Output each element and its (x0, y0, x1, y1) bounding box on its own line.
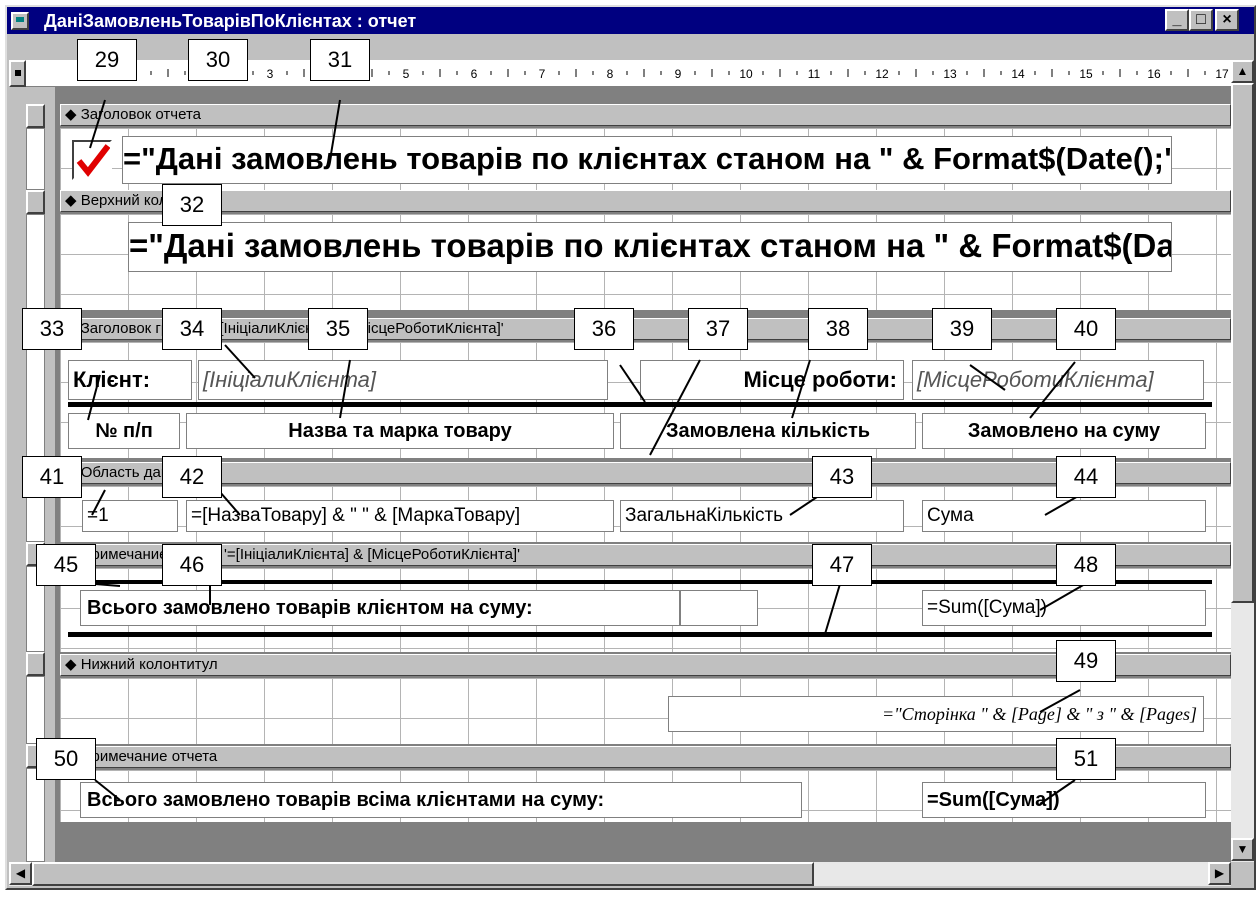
pointer-30 (89, 99, 106, 149)
callout-38: 38 (808, 308, 868, 350)
pointer-42 (219, 491, 241, 516)
pointer-35 (339, 359, 351, 419)
callout-46: 46 (162, 544, 222, 586)
callout-39: 39 (932, 308, 992, 350)
callout-40: 40 (1056, 308, 1116, 350)
pointer-41 (91, 489, 106, 516)
pointer-37 (649, 359, 701, 456)
callout-32: 32 (162, 184, 222, 226)
callout-49: 49 (1056, 640, 1116, 682)
pointer-50 (94, 779, 121, 801)
pointer-31 (329, 99, 341, 161)
callout-30: 30 (188, 39, 248, 81)
pointer-43 (789, 494, 821, 516)
pointer-44 (1044, 494, 1081, 516)
callout-50: 50 (36, 738, 96, 780)
callout-37: 37 (688, 308, 748, 350)
pointer-33 (87, 374, 101, 421)
pointer-39 (969, 364, 1006, 391)
callout-43: 43 (812, 456, 872, 498)
callout-48: 48 (1056, 544, 1116, 586)
pointer-45 (94, 583, 121, 587)
pointer-40 (1029, 361, 1076, 419)
pointer-47 (824, 583, 841, 635)
callout-42: 42 (162, 456, 222, 498)
pointer-38 (791, 359, 811, 419)
pointer-51 (1039, 779, 1076, 805)
pointer-49 (1039, 689, 1081, 713)
callout-36: 36 (574, 308, 634, 350)
callout-29: 29 (77, 39, 137, 81)
callout-41: 41 (22, 456, 82, 498)
callout-45: 45 (36, 544, 96, 586)
callout-35: 35 (308, 308, 368, 350)
pointer-36 (619, 364, 646, 403)
callout-34: 34 (162, 308, 222, 350)
pointer-48 (1039, 583, 1086, 611)
callout-33: 33 (22, 308, 82, 350)
callout-44: 44 (1056, 456, 1116, 498)
callout-47: 47 (812, 544, 872, 586)
callout-31: 31 (310, 39, 370, 81)
callout-51: 51 (1056, 738, 1116, 780)
pointer-34 (224, 344, 256, 379)
